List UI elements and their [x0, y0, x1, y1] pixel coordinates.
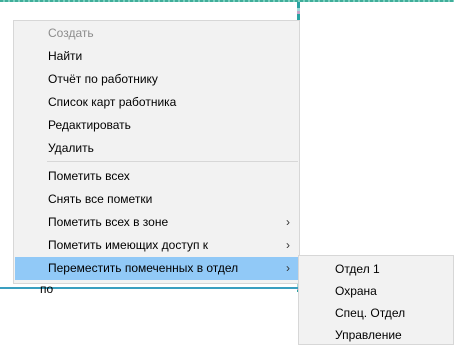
menu-item-edit[interactable]: Редактировать: [15, 114, 298, 137]
menu-item-mark-with-access[interactable]: Пометить имеющих доступ к ›: [15, 234, 298, 257]
menu-item-find[interactable]: Найти: [15, 45, 298, 68]
submenu-item-label: Охрана: [335, 284, 377, 298]
menu-item-label: Пометить всех: [48, 169, 130, 183]
menu-item-label: Переместить помеченных в отдел: [48, 261, 239, 275]
background-top-border: [0, 0, 454, 2]
menu-item-label: Удалить: [48, 141, 94, 155]
menu-item-label: Пометить имеющих доступ к: [48, 238, 209, 252]
background-partial-text: по: [40, 282, 54, 296]
submenu-item-label: Спец. Отдел: [335, 306, 406, 320]
menu-item-label: Отчёт по работнику: [48, 72, 158, 86]
chevron-right-icon: ›: [286, 238, 290, 252]
menu-item-employee-cards-list[interactable]: Список карт работника: [15, 91, 298, 114]
submenu-item-department-1[interactable]: Отдел 1: [300, 258, 452, 281]
submenu-item-security[interactable]: Охрана: [300, 280, 452, 303]
menu-item-move-marked-to-department[interactable]: Переместить помеченных в отдел ›: [15, 257, 298, 280]
department-submenu: Отдел 1 Охрана Спец. Отдел Управление: [298, 255, 454, 345]
chevron-right-icon: ›: [286, 215, 290, 229]
menu-item-unmark-all[interactable]: Снять все пометки: [15, 188, 298, 211]
chevron-right-icon: ›: [286, 261, 290, 275]
menu-item-label: Редактировать: [48, 118, 131, 132]
menu-separator: [47, 161, 298, 162]
submenu-item-label: Отдел 1: [335, 262, 380, 276]
menu-item-label: Найти: [48, 49, 83, 63]
menu-item-label: Снять все пометки: [48, 192, 153, 206]
context-menu: Создать Найти Отчёт по работнику Список …: [13, 20, 300, 284]
menu-item-create[interactable]: Создать: [15, 22, 298, 45]
menu-item-employee-report[interactable]: Отчёт по работнику: [15, 68, 298, 91]
menu-item-label: Создать: [48, 26, 94, 40]
submenu-item-special-department[interactable]: Спец. Отдел: [300, 302, 452, 325]
submenu-item-label: Управление: [335, 328, 402, 342]
menu-item-label: Пометить всех в зоне: [48, 215, 169, 229]
menu-item-label: Список карт работника: [48, 95, 177, 109]
menu-item-mark-all[interactable]: Пометить всех: [15, 165, 298, 188]
menu-item-delete[interactable]: Удалить: [15, 137, 298, 160]
menu-item-mark-all-in-zone[interactable]: Пометить всех в зоне ›: [15, 211, 298, 234]
submenu-item-management[interactable]: Управление: [300, 324, 452, 347]
